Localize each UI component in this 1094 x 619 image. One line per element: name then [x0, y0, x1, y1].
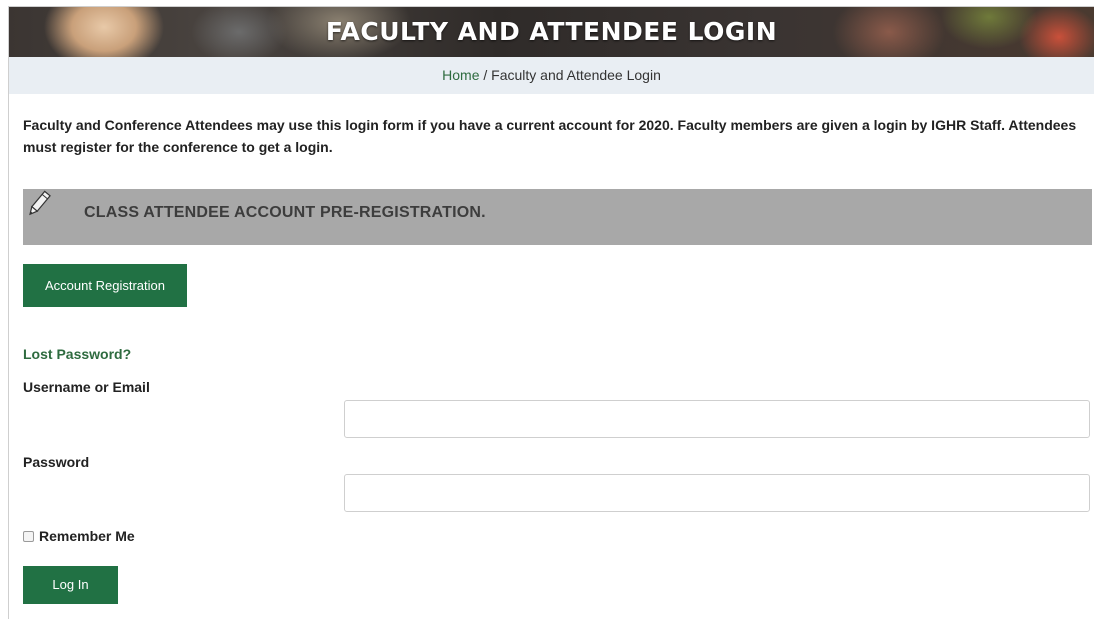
username-label: Username or Email — [23, 379, 150, 395]
section-header-bar: CLASS ATTENDEE ACCOUNT PRE-REGISTRATION. — [23, 189, 1092, 245]
section-title: CLASS ATTENDEE ACCOUNT PRE-REGISTRATION. — [84, 204, 486, 221]
remember-me-row: Remember Me — [23, 528, 135, 544]
login-button[interactable]: Log In — [23, 566, 118, 604]
intro-text: Faculty and Conference Attendees may use… — [23, 117, 1077, 155]
account-registration-button[interactable]: Account Registration — [23, 264, 187, 307]
pencil-icon — [23, 189, 53, 219]
lost-password-link[interactable]: Lost Password? — [23, 346, 131, 362]
page-title: FACULTY AND ATTENDEE LOGIN — [325, 17, 778, 46]
page-banner: FACULTY AND ATTENDEE LOGIN — [9, 7, 1094, 57]
breadcrumb-separator: / — [479, 67, 492, 83]
password-label: Password — [23, 454, 90, 470]
breadcrumb: Home / Faculty and Attendee Login — [9, 57, 1094, 94]
password-input[interactable] — [344, 474, 1090, 512]
page-frame — [8, 6, 1094, 619]
remember-me-label: Remember Me — [39, 528, 135, 544]
breadcrumb-current: Faculty and Attendee Login — [491, 67, 661, 83]
remember-me-checkbox[interactable] — [23, 530, 34, 542]
username-input[interactable] — [344, 400, 1090, 438]
breadcrumb-home-link[interactable]: Home — [442, 67, 479, 83]
